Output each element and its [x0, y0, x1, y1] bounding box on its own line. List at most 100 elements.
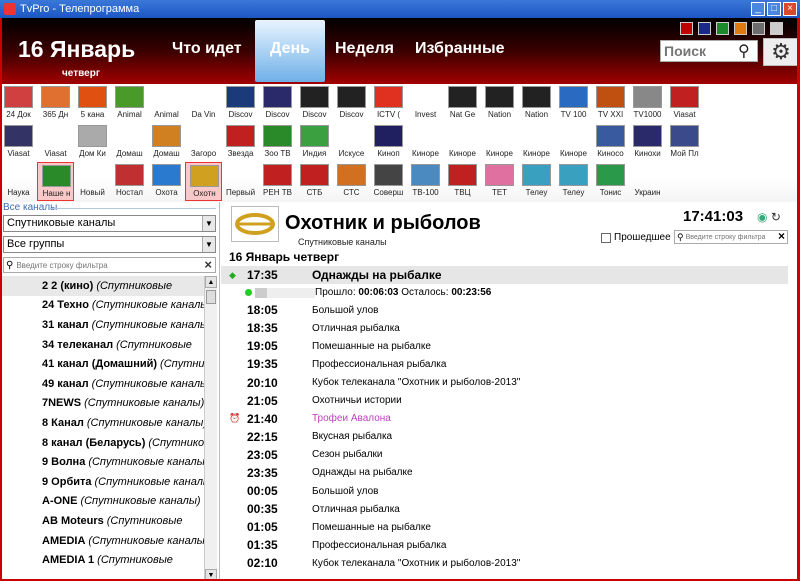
program-row[interactable]: 01:35 Профессиональная рыбалка — [221, 536, 788, 554]
channel-tile[interactable]: ТВЦ — [444, 162, 481, 201]
channel-tile[interactable]: Соверш — [370, 162, 407, 201]
channel-tile[interactable]: Киноре — [407, 123, 444, 162]
channel-tile[interactable]: Охота — [148, 162, 185, 201]
channel-list-item[interactable]: 9 Волна (Спутниковые каналы) — [0, 452, 204, 472]
channel-tile[interactable]: Зоо ТВ — [259, 123, 296, 162]
channel-list-item[interactable]: 31 канал (Спутниковые каналы) — [0, 315, 204, 335]
program-filter[interactable]: ⚲ × — [674, 229, 788, 244]
program-row[interactable]: 00:35 Отличная рыбалка — [221, 500, 788, 518]
program-row[interactable]: 01:05 Помешанные на рыбалке — [221, 518, 788, 536]
channel-tile[interactable]: Киноре — [555, 123, 592, 162]
channel-tile[interactable]: Nation — [518, 84, 555, 123]
program-row[interactable]: 19:35 Профессиональная рыбалка — [221, 355, 788, 373]
channel-list-item[interactable]: AMEDIA (Спутниковые каналы) — [0, 531, 204, 551]
color-swatch-0[interactable] — [680, 22, 693, 35]
channel-tile[interactable]: Тонис — [592, 162, 629, 201]
current-program[interactable]: ◆ 17:35 Однажды на рыбалке — [221, 266, 788, 285]
search-box[interactable]: ⚲ — [660, 40, 758, 62]
channel-tile[interactable]: Discov — [296, 84, 333, 123]
color-swatch-5[interactable] — [770, 22, 783, 35]
settings-button[interactable]: ⚙ — [763, 38, 799, 66]
program-row[interactable]: 18:35 Отличная рыбалка — [221, 319, 788, 337]
channel-tile[interactable]: Viasat — [37, 123, 74, 162]
channel-tile[interactable]: Da Vin — [185, 84, 222, 123]
channel-tile[interactable]: TV1000 — [629, 84, 666, 123]
program-row[interactable]: 23:05 Сезон рыбалки — [221, 446, 788, 464]
channel-tile[interactable]: TV XXI — [592, 84, 629, 123]
channel-list-item[interactable]: 49 канал (Спутниковые каналы) — [0, 374, 204, 394]
channel-list-item[interactable]: 41 канал (Домашний)(Спутник — [0, 354, 204, 374]
program-row[interactable]: 23:35 Однажды на рыбалке — [221, 464, 788, 482]
reminder-icon[interactable]: ⏰ — [229, 413, 240, 424]
color-swatch-4[interactable] — [752, 22, 765, 35]
channel-tile[interactable]: Кинохи — [629, 123, 666, 162]
program-row[interactable]: ⏰ 21:40 Трофеи Авалона — [221, 410, 788, 428]
program-row[interactable]: 22:15 Вкусная рыбалка — [221, 428, 788, 446]
channel-tile[interactable]: Animal — [111, 84, 148, 123]
channel-list-item[interactable]: 7NEWS (Спутниковые каналы) — [0, 394, 204, 414]
minimize-icon[interactable]: _ — [751, 2, 765, 16]
channel-tile[interactable]: Домаш — [148, 123, 185, 162]
channel-tile[interactable]: Киноп — [370, 123, 407, 162]
channel-tile[interactable]: Наше н — [37, 162, 74, 201]
channel-tile[interactable]: ТЕТ — [481, 162, 518, 201]
channel-tile[interactable]: Viasat — [666, 84, 703, 123]
channel-list-item[interactable]: 8 канал (Беларусь)(Спутниковые — [0, 433, 204, 453]
channel-source-select[interactable]: Спутниковые каналы ▼ — [3, 215, 216, 232]
show-past-checkbox[interactable] — [601, 232, 611, 243]
tab-now-playing[interactable]: Что идет — [172, 40, 242, 58]
channel-list-item[interactable]: AB Moteurs (Спутниковые — [0, 511, 204, 531]
channel-tile[interactable]: РЕН ТВ — [259, 162, 296, 201]
chevron-down-icon[interactable]: ▼ — [202, 237, 215, 252]
channel-tile[interactable]: Viasat — [0, 123, 37, 162]
channel-list-item[interactable]: 9 Орбита (Спутниковые каналы) — [0, 472, 204, 492]
channel-tile[interactable]: Загоро — [185, 123, 222, 162]
channel-tile[interactable]: Nat Ge — [444, 84, 481, 123]
channel-tile[interactable]: ICTV ( — [370, 84, 407, 123]
channel-tile[interactable]: Домаш — [111, 123, 148, 162]
channel-tile[interactable]: 365 Дн — [37, 84, 74, 123]
window-titlebar[interactable]: TvPro - Телепрограмма _ □ × — [0, 0, 800, 18]
channel-tile[interactable]: Киноре — [518, 123, 555, 162]
channel-list-item[interactable]: 34 телеканал (Спутниковые — [0, 335, 204, 355]
channel-tile[interactable]: Искусе — [333, 123, 370, 162]
scroll-thumb[interactable] — [206, 290, 216, 304]
channel-tile[interactable]: 5 кана — [74, 84, 111, 123]
channel-list-item[interactable]: A-ONE (Спутниковые каналы) — [0, 492, 204, 512]
color-swatch-1[interactable] — [698, 22, 711, 35]
channel-tile[interactable]: Discov — [259, 84, 296, 123]
group-select[interactable]: Все группы ▼ — [3, 236, 216, 253]
channel-list-item[interactable]: 8 Канал (Спутниковые каналы) — [0, 413, 204, 433]
channel-list-item[interactable]: 24 Техно (Спутниковые каналы) — [0, 296, 204, 316]
channel-tile[interactable]: Киноре — [444, 123, 481, 162]
channel-filter[interactable]: ⚲ × — [3, 257, 216, 273]
channel-tile[interactable]: ТВ-100 — [407, 162, 444, 201]
channel-tile[interactable]: Discov — [333, 84, 370, 123]
channel-tile[interactable]: Охотн — [185, 162, 222, 201]
channel-list-item[interactable]: AMEDIA 1 (Спутниковые — [0, 550, 204, 570]
tab-favorites[interactable]: Избранные — [415, 40, 505, 58]
channel-tile[interactable]: Киносо — [592, 123, 629, 162]
program-filter-input[interactable] — [685, 233, 766, 241]
program-row[interactable]: 20:10 Кубок телеканала "Охотник и рыболов… — [221, 373, 788, 391]
channel-tile[interactable]: Наука — [0, 162, 37, 201]
program-row[interactable]: 21:05 Охотничьи истории — [221, 392, 788, 410]
channel-tile[interactable]: Новый — [74, 162, 111, 201]
color-swatch-2[interactable] — [716, 22, 729, 35]
channel-tile[interactable]: СТБ — [296, 162, 333, 201]
clear-filter-icon[interactable]: × — [204, 257, 212, 272]
program-row[interactable]: 19:05 Помешанные на рыбалке — [221, 337, 788, 355]
channel-tile[interactable]: 24 Док — [0, 84, 37, 123]
program-row[interactable]: 18:05 Большой улов — [221, 301, 788, 319]
chevron-down-icon[interactable]: ▼ — [202, 216, 215, 231]
search-input[interactable] — [664, 43, 734, 59]
channel-tile[interactable]: TV 100 — [555, 84, 592, 123]
channel-tile[interactable]: Телеу — [555, 162, 592, 201]
program-row[interactable]: 00:05 Большой улов — [221, 482, 788, 500]
channel-tile[interactable]: Киноре — [481, 123, 518, 162]
search-icon[interactable]: ⚲ — [738, 41, 750, 61]
maximize-icon[interactable]: □ — [767, 2, 781, 16]
tab-week[interactable]: Неделя — [335, 40, 394, 58]
color-swatch-3[interactable] — [734, 22, 747, 35]
channel-tile[interactable]: Nation — [481, 84, 518, 123]
